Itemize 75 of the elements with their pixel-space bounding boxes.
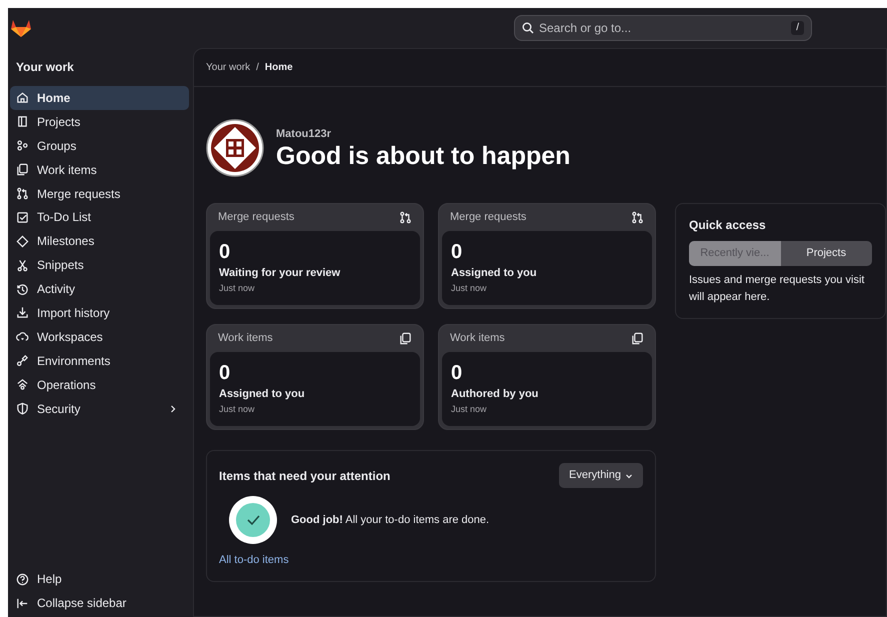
group-icon <box>16 139 29 152</box>
sidebar-item[interactable]: To-Do List <box>10 205 189 230</box>
empty-message: Issues and merge requests you visit will appear here. <box>689 273 866 304</box>
sidebar-item[interactable]: Environments <box>10 348 189 373</box>
help-icon <box>16 572 29 586</box>
breadcrumb-link[interactable]: Your work <box>206 60 250 75</box>
sidebar-item[interactable]: Home <box>10 86 189 110</box>
search-icon <box>522 22 534 34</box>
sidebar-item[interactable]: Milestones <box>10 229 189 254</box>
timestamp: Just now <box>219 282 256 294</box>
sidebar-item[interactable]: Help <box>10 567 189 592</box>
shield-icon <box>16 402 29 416</box>
stat-card[interactable]: Merge requests 0 Assigned to you Just now <box>438 203 656 309</box>
sidebar-item[interactable]: Import history <box>10 301 189 325</box>
card-label: Assigned to you <box>451 266 538 281</box>
card-title: Merge requests <box>450 210 526 226</box>
cloud-icon <box>16 330 29 344</box>
all-todo-link[interactable]: All to-do items <box>219 554 289 566</box>
sidebar-item[interactable]: Groups <box>10 134 189 158</box>
timestamp: Just now <box>219 402 256 416</box>
check-icon <box>229 496 277 544</box>
caret-icon <box>625 472 633 480</box>
username: Matou123r <box>276 127 332 142</box>
card-title: Work items <box>450 331 505 346</box>
documents-icon <box>16 163 29 176</box>
stat-card[interactable]: Work items 0 Assigned to you Just now <box>206 324 424 430</box>
timestamp: Just now <box>451 282 488 294</box>
count: 0 <box>451 362 464 384</box>
breadcrumb-link[interactable]: Home <box>264 60 293 75</box>
home-icon <box>16 91 29 104</box>
environment-icon <box>16 354 29 368</box>
sidebar-item[interactable]: Projects <box>10 110 189 134</box>
gitlab-logo[interactable] <box>10 18 32 38</box>
stat-card[interactable]: Work items 0 Authored by you Just now <box>438 324 656 430</box>
card-title: Merge requests <box>218 210 294 226</box>
scissors-icon <box>16 258 29 272</box>
tab[interactable]: Projects <box>780 241 872 266</box>
documents-icon <box>399 332 412 345</box>
card-label: Authored by you <box>451 387 540 402</box>
card-title: Work items <box>218 331 273 346</box>
merge-request-icon <box>399 211 412 224</box>
count: 0 <box>219 362 232 384</box>
merge-request-icon <box>16 187 29 200</box>
sidebar-item[interactable]: Merge requests <box>10 182 189 206</box>
operations-icon <box>16 378 29 392</box>
sidebar-title: Your work <box>15 59 75 76</box>
avatar[interactable] <box>206 119 264 177</box>
sidebar-item[interactable]: Collapse sidebar <box>10 591 189 615</box>
panel-title: Items that need your attention <box>219 468 390 484</box>
sidebar-item[interactable]: Work items <box>10 158 189 182</box>
panel-title: Quick access <box>689 217 767 234</box>
sidebar-item[interactable]: Operations <box>10 372 189 397</box>
download-icon <box>16 306 29 320</box>
timestamp: Just now <box>451 402 488 416</box>
filter-dropdown[interactable]: Everything <box>559 463 643 488</box>
page-heading: Good is about to happen <box>276 142 570 170</box>
cube-icon <box>16 115 29 128</box>
breadcrumb-separator: / <box>256 61 259 75</box>
empty-state-message: Good job! All your to-do items are done. <box>291 512 490 528</box>
documents-icon <box>631 332 644 345</box>
merge-request-icon <box>631 211 644 224</box>
card-label: Waiting for your review <box>219 266 342 281</box>
count: 0 <box>219 241 232 263</box>
sidebar-item[interactable]: Snippets <box>10 253 189 278</box>
stat-card[interactable]: Merge requests 0 Waiting for your review Just now <box>206 203 424 309</box>
collapse-icon <box>16 596 29 610</box>
card-label: Assigned to you <box>219 387 306 402</box>
checkbox-icon <box>16 210 29 224</box>
sidebar-item[interactable]: Activity <box>10 277 189 302</box>
diamond-icon <box>16 234 29 248</box>
history-icon <box>16 282 29 296</box>
count: 0 <box>451 241 464 263</box>
sidebar-item[interactable]: Security <box>10 396 189 420</box>
sidebar-item[interactable]: Workspaces <box>10 324 189 349</box>
shortcut-key: / <box>791 21 804 35</box>
